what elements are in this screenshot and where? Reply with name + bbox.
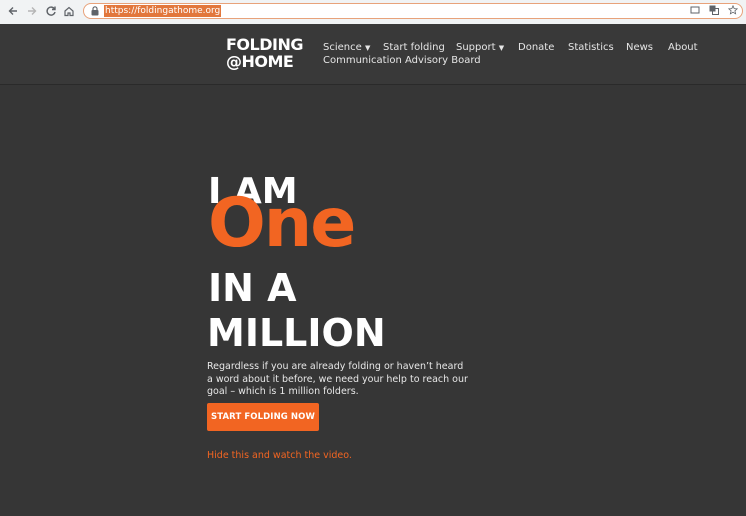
nav-start-folding[interactable]: Start folding — [383, 41, 445, 54]
cast-icon[interactable] — [690, 5, 700, 19]
hero-section: I AM One IN A MILLION Regardless if you … — [0, 85, 746, 516]
hero-line-million: MILLION — [207, 311, 386, 355]
back-icon[interactable] — [6, 5, 20, 19]
nav-news[interactable]: News — [626, 41, 653, 54]
start-folding-now-button[interactable]: START FOLDING NOW — [207, 403, 319, 431]
chevron-down-icon: ▼ — [364, 44, 371, 52]
hero-highlight-one: One — [208, 184, 356, 263]
chevron-down-icon: ▼ — [498, 44, 505, 52]
reload-icon[interactable] — [44, 5, 58, 19]
site-logo[interactable]: FOLDING @HOME — [226, 36, 303, 70]
nav-science[interactable]: Science ▼ — [323, 41, 370, 55]
home-icon[interactable] — [62, 5, 76, 19]
nav-donate[interactable]: Donate — [518, 41, 554, 54]
nav-about[interactable]: About — [668, 41, 698, 54]
watch-video-link[interactable]: Hide this and watch the video. — [207, 450, 352, 462]
browser-toolbar: https://foldingathome.org — [0, 0, 746, 25]
nav-science-label: Science — [323, 42, 362, 53]
hero-line-in-a: IN A — [208, 266, 297, 310]
forward-icon[interactable] — [25, 5, 39, 19]
lock-icon — [91, 6, 99, 16]
translate-icon[interactable] — [709, 5, 719, 19]
star-icon[interactable] — [727, 4, 739, 19]
logo-line-2: @HOME — [226, 52, 294, 71]
logo-line-1: FOLDING — [226, 35, 303, 54]
nav-advisory-board[interactable]: Communication Advisory Board — [323, 54, 481, 67]
url-text[interactable]: https://foldingathome.org — [104, 5, 222, 17]
address-bar[interactable]: https://foldingathome.org — [83, 3, 743, 19]
site-header: FOLDING @HOME Science ▼ Start folding Su… — [0, 24, 746, 85]
nav-support-label: Support — [456, 42, 496, 53]
nav-support[interactable]: Support ▼ — [456, 41, 504, 55]
nav-statistics[interactable]: Statistics — [568, 41, 614, 54]
hero-description: Regardless if you are already folding or… — [207, 361, 468, 397]
